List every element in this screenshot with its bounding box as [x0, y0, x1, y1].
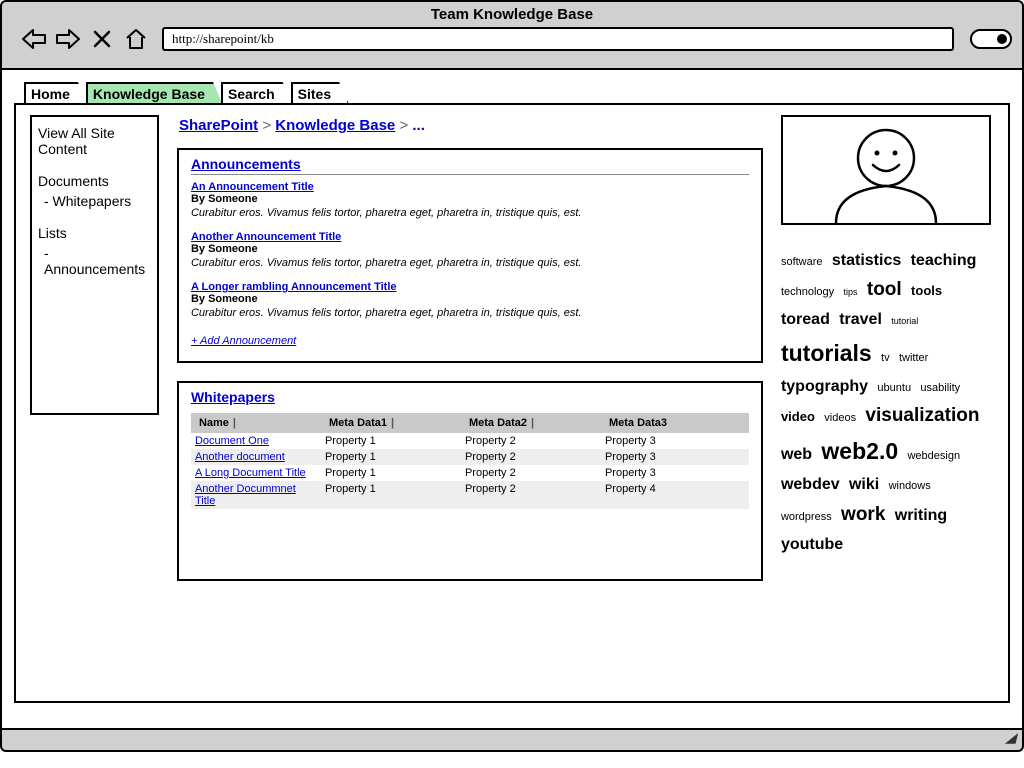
announcement-body: Curabitur eros. Vivamus felis tortor, ph… [191, 257, 749, 269]
tab-strip: Home Knowledge Base Search Sites [24, 82, 1010, 105]
search-pill[interactable] [970, 29, 1012, 49]
tag[interactable]: web [781, 446, 812, 463]
tag[interactable]: videos [824, 412, 856, 424]
table-row: Document One Property 1Property 2Property… [191, 433, 749, 449]
cell: Property 1 [321, 433, 461, 449]
sidebar-announcements[interactable]: - Announcements [38, 245, 151, 277]
tag[interactable]: wiki [849, 476, 879, 493]
cell: Property 2 [461, 433, 601, 449]
back-button[interactable] [20, 27, 48, 51]
cell: Property 3 [601, 433, 741, 449]
announcement-body: Curabitur eros. Vivamus felis tortor, ph… [191, 207, 749, 219]
tab-knowledge-base[interactable]: Knowledge Base [86, 82, 223, 105]
window-title: Team Knowledge Base [2, 4, 1022, 27]
breadcrumb-kb[interactable]: Knowledge Base [275, 117, 395, 134]
breadcrumb-root[interactable]: SharePoint [179, 117, 258, 134]
cell: Property 2 [461, 449, 601, 465]
tag[interactable]: visualization [865, 405, 979, 426]
tag[interactable]: tools [911, 283, 942, 298]
forward-button[interactable] [54, 27, 82, 51]
tag[interactable]: technology [781, 286, 834, 298]
whitepapers-header-row: Name| Meta Data1| Meta Data2| Meta Data3 [191, 413, 749, 433]
status-bar: ◢ [0, 730, 1024, 752]
tab-search[interactable]: Search [221, 82, 293, 105]
tag[interactable]: writing [895, 507, 947, 524]
tag[interactable]: tips [844, 287, 858, 297]
tag[interactable]: statistics [832, 252, 901, 269]
home-button[interactable] [122, 27, 150, 51]
breadcrumb: SharePoint > Knowledge Base > ... [179, 117, 763, 134]
left-nav: View All Site Content Documents - Whitep… [30, 115, 159, 415]
tag[interactable]: usability [920, 382, 960, 394]
tag[interactable]: wordpress [781, 511, 832, 523]
document-link[interactable]: A Long Document Title [195, 467, 306, 479]
cell: Property 3 [601, 465, 741, 481]
document-link[interactable]: Another Docummnet Title [195, 483, 296, 507]
whitepapers-panel: Whitepapers Name| Meta Data1| Meta Data2… [177, 381, 763, 581]
tag[interactable]: webdev [781, 476, 840, 493]
tag[interactable]: youtube [781, 536, 843, 553]
sidebar-view-all[interactable]: View All Site Content [38, 125, 151, 157]
whitepapers-title[interactable]: Whitepapers [191, 389, 749, 407]
announcement-author: By Someone [191, 293, 749, 305]
table-row: Another document Property 1Property 2Prop… [191, 449, 749, 465]
tag[interactable]: work [841, 504, 885, 525]
tag[interactable]: ubuntu [877, 382, 911, 394]
tag[interactable]: teaching [911, 252, 977, 269]
cell: Property 2 [461, 481, 601, 509]
announcement-title[interactable]: A Longer rambling Announcement Title [191, 281, 749, 293]
table-row: A Long Document TitleProperty 1Property … [191, 465, 749, 481]
avatar [781, 115, 991, 225]
announcements-title[interactable]: Announcements [191, 156, 749, 175]
cell: Property 1 [321, 449, 461, 465]
announcements-panel: Announcements An Announcement TitleBy So… [177, 148, 763, 363]
col-meta3[interactable]: Meta Data3 [609, 417, 667, 429]
announcement-body: Curabitur eros. Vivamus felis tortor, ph… [191, 307, 749, 319]
announcement-author: By Someone [191, 243, 749, 255]
tag[interactable]: tutorials [781, 340, 872, 366]
tag[interactable]: tool [867, 279, 902, 300]
announcement-title[interactable]: An Announcement Title [191, 181, 749, 193]
tag[interactable]: toread [781, 311, 830, 328]
table-row: Another Docummnet TitleProperty 1Propert… [191, 481, 749, 509]
breadcrumb-tail: ... [412, 117, 425, 134]
announcement-author: By Someone [191, 193, 749, 205]
tag[interactable]: video [781, 409, 815, 424]
cell: Property 4 [601, 481, 741, 509]
sidebar-documents-header: Documents [38, 173, 151, 189]
tag[interactable]: tutorial [891, 316, 918, 326]
tab-home[interactable]: Home [24, 82, 88, 105]
tag[interactable]: web2.0 [821, 438, 898, 464]
col-meta2[interactable]: Meta Data2 [469, 417, 527, 429]
tag[interactable]: typography [781, 378, 868, 395]
sidebar-whitepapers[interactable]: - Whitepapers [38, 193, 151, 209]
document-link[interactable]: Another document [195, 451, 285, 463]
tag[interactable]: software [781, 256, 823, 268]
add-announcement-link[interactable]: + Add Announcement [191, 335, 296, 347]
sidebar-lists-header: Lists [38, 225, 151, 241]
announcement-title[interactable]: Another Announcement Title [191, 231, 749, 243]
tag[interactable]: tv [881, 352, 890, 364]
browser-titlebar: Team Knowledge Base [0, 0, 1024, 70]
document-link[interactable]: Document One [195, 435, 269, 447]
tag[interactable]: travel [839, 311, 882, 328]
cell: Property 1 [321, 465, 461, 481]
tab-sites[interactable]: Sites [291, 82, 349, 105]
col-name[interactable]: Name [199, 417, 229, 429]
col-meta1[interactable]: Meta Data1 [329, 417, 387, 429]
tag[interactable]: twitter [899, 352, 928, 364]
cell: Property 1 [321, 481, 461, 509]
tag[interactable]: webdesign [907, 450, 960, 462]
address-bar[interactable] [162, 27, 954, 51]
resize-grip-icon[interactable]: ◢ [1005, 729, 1016, 746]
cell: Property 3 [601, 449, 741, 465]
stop-button[interactable] [88, 27, 116, 51]
cell: Property 2 [461, 465, 601, 481]
tag[interactable]: windows [889, 480, 931, 492]
tag-cloud: software statistics teaching technology … [781, 247, 994, 558]
